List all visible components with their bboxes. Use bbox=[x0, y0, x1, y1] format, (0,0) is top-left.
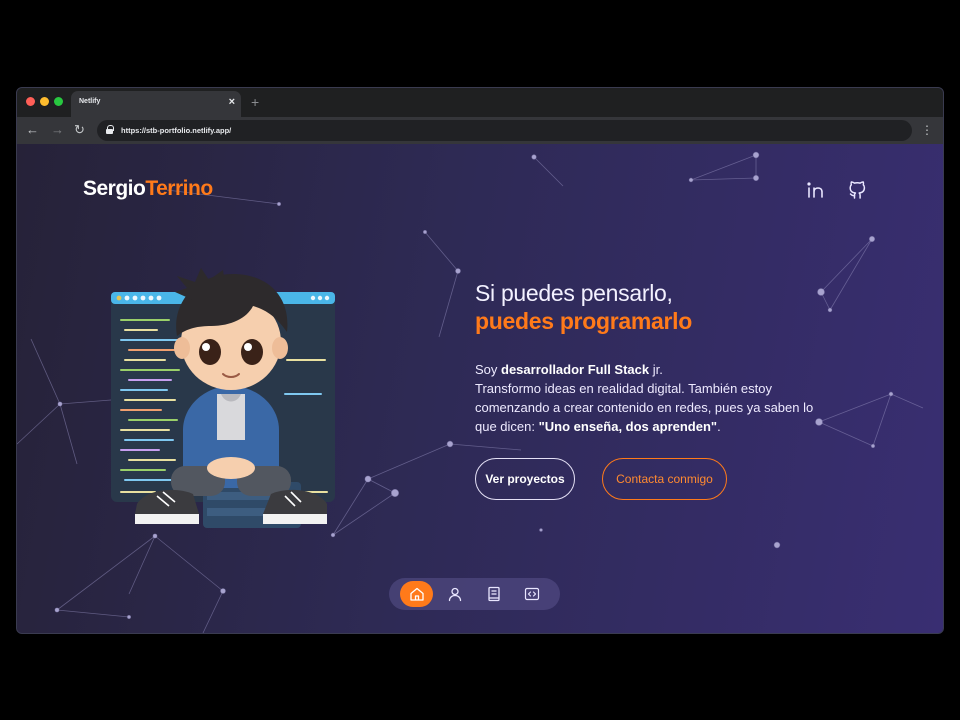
close-tab-icon[interactable]: × bbox=[229, 97, 235, 108]
site-logo[interactable]: SergioTerrino bbox=[83, 177, 213, 201]
address-bar[interactable]: https://stb-portfolio.netlify.app/ bbox=[97, 120, 912, 141]
tab-strip: Netlify × + bbox=[17, 88, 943, 117]
back-icon[interactable]: ← bbox=[26, 122, 39, 138]
new-tab-icon[interactable]: + bbox=[251, 94, 259, 110]
portfolio-page: SergioTerrino Si puedes pensarlo, puedes… bbox=[17, 144, 943, 633]
github-icon[interactable] bbox=[847, 180, 867, 205]
reload-icon[interactable]: ↻ bbox=[74, 122, 85, 138]
intro-role: desarrollador Full Stack bbox=[501, 362, 650, 377]
home-icon[interactable] bbox=[400, 581, 433, 607]
logo-last-name: Terrino bbox=[145, 177, 213, 200]
browser-window: Netlify × + ← → ↻ https://stb-portfolio.… bbox=[16, 87, 944, 634]
minimize-window-button[interactable] bbox=[40, 97, 49, 106]
maximize-window-button[interactable] bbox=[54, 97, 63, 106]
hero-title-line2: puedes programarlo bbox=[475, 308, 692, 334]
code-icon[interactable] bbox=[515, 581, 548, 607]
bottom-navigation bbox=[389, 578, 560, 610]
forward-icon[interactable]: → bbox=[51, 122, 64, 138]
tab-title: Netlify bbox=[79, 98, 101, 105]
browser-tab[interactable]: Netlify × bbox=[71, 91, 241, 117]
contact-me-button[interactable]: Contacta conmigo bbox=[602, 458, 727, 500]
view-projects-button[interactable]: Ver proyectos bbox=[475, 458, 575, 500]
hero-intro: Soy desarrollador Full Stack jr. Transfo… bbox=[475, 360, 835, 436]
book-icon[interactable] bbox=[477, 581, 510, 607]
close-window-button[interactable] bbox=[26, 97, 35, 106]
hero-title-line1: Si puedes pensarlo, bbox=[475, 280, 673, 306]
browser-toolbar: ← → ↻ https://stb-portfolio.netlify.app/… bbox=[17, 117, 943, 144]
hero-heading: Si puedes pensarlo, puedes programarlo bbox=[475, 279, 692, 335]
developer-avatar-illustration bbox=[111, 268, 335, 528]
intro-end: . bbox=[717, 419, 721, 434]
browser-menu-icon[interactable]: ⋮ bbox=[921, 123, 933, 137]
lock-icon bbox=[106, 125, 114, 134]
intro-role-suffix: jr. bbox=[649, 362, 663, 377]
intro-prefix: Soy bbox=[475, 362, 502, 377]
intro-quote: "Uno enseña, dos aprenden" bbox=[538, 419, 718, 434]
user-icon[interactable] bbox=[438, 581, 471, 607]
linkedin-icon[interactable] bbox=[806, 180, 826, 205]
logo-first-name: Sergio bbox=[83, 177, 146, 200]
url-text: https://stb-portfolio.netlify.app/ bbox=[121, 126, 232, 135]
